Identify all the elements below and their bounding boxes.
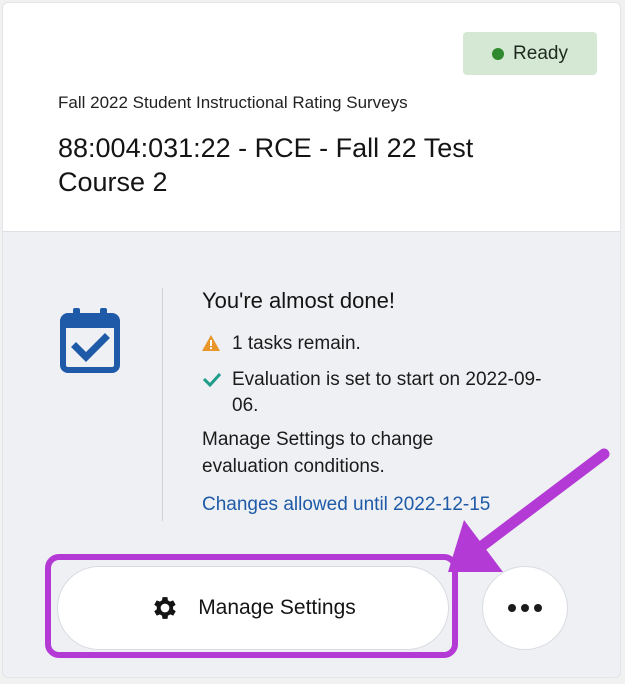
ellipsis-icon <box>534 604 542 612</box>
manage-settings-note: Manage Settings to change evaluation con… <box>202 429 434 477</box>
divider <box>162 288 163 521</box>
survey-subtitle: Fall 2022 Student Instructional Rating S… <box>58 93 408 112</box>
ellipsis-icon <box>521 604 529 612</box>
status-badge: Ready <box>463 32 597 75</box>
card-header: Ready Fall 2022 Student Instructional Ra… <box>3 3 620 232</box>
changes-allowed-link[interactable]: Changes allowed until 2022-12-15 <box>202 494 490 516</box>
check-icon <box>202 367 232 391</box>
calendar-check-icon <box>60 308 120 373</box>
ellipsis-icon <box>508 604 516 612</box>
status-heading: You're almost done! <box>202 288 395 313</box>
manage-settings-highlight <box>45 554 458 658</box>
ready-dot-icon <box>492 47 505 60</box>
evaluation-start-row: Evaluation is set to start on 2022-09-06… <box>202 367 550 419</box>
tasks-remaining-row: 1 tasks remain. <box>202 331 562 357</box>
tasks-remaining-text: 1 tasks remain. <box>232 333 361 354</box>
more-options-button[interactable] <box>482 566 568 650</box>
warning-icon <box>202 331 232 355</box>
status-badge-label: Ready <box>513 42 568 64</box>
evaluation-start-text: Evaluation is set to start on 2022-09-06… <box>232 369 542 416</box>
course-title: 88:004:031:22 - RCE - Fall 22 Test Cours… <box>58 133 474 197</box>
